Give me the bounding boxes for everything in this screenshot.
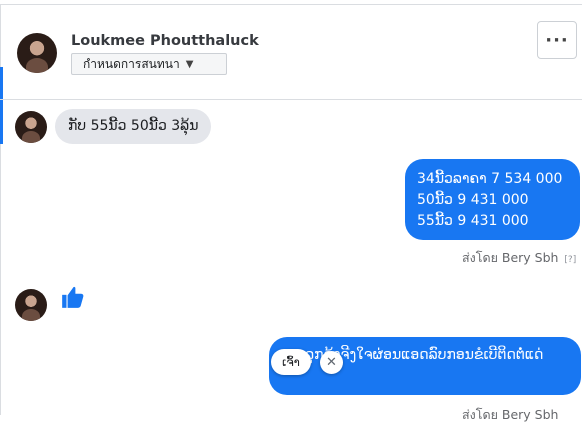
window-top-border (0, 4, 582, 5)
close-icon[interactable]: ✕ (320, 351, 343, 374)
quick-reply-chip[interactable]: ເຈົ້າ (271, 349, 311, 375)
sent-by-label: ส่งโดย Bery Sbh [?] (462, 248, 576, 268)
header-divider (0, 99, 582, 100)
contact-name[interactable]: Loukmee Phoutthaluck (71, 33, 259, 49)
outgoing-message-bubble[interactable]: 34ນີ້ວລາຄາ 7 534 000 50ນີ້ວ 9 431 000 55… (405, 159, 580, 240)
dropdown-label: กำหนดการสนทนา (83, 56, 180, 71)
more-options-button[interactable]: ··· (537, 21, 577, 59)
message-line: 55ນີ້ວ 9 431 000 (417, 213, 529, 229)
message-line: 50ນີ້ວ 9 431 000 (417, 192, 529, 208)
sender-avatar[interactable] (15, 111, 47, 143)
sent-by-text: ส่งโดย Bery Sbh (462, 250, 559, 265)
thumbs-up-icon[interactable] (60, 284, 86, 310)
outgoing-message-bubble[interactable]: ລູກຄ້າຈີງໃຈຜ່ອນແອດລົບກອນຂໍເບີຕິດຕໍ່ແດ່ (269, 337, 581, 395)
message-line: 34ນີ້ວລາຄາ 7 534 000 (417, 171, 563, 187)
active-conversation-indicator (0, 67, 3, 144)
contact-avatar[interactable] (17, 33, 57, 73)
caret-down-icon: ▼ (185, 58, 194, 70)
sent-by-label: ส่งโดย Bery Sbh (462, 407, 559, 422)
incoming-message-bubble[interactable]: ກັບ 55ນີ້ວ 50ນີ້ວ 3ລຸ້ນ (55, 109, 212, 144)
window-left-border (0, 4, 1, 415)
conversation-options-dropdown[interactable]: กำหนดการสนทนา ▼ (71, 53, 227, 75)
sent-by-help-link[interactable]: [?] (564, 255, 576, 265)
sender-avatar[interactable] (15, 289, 47, 321)
